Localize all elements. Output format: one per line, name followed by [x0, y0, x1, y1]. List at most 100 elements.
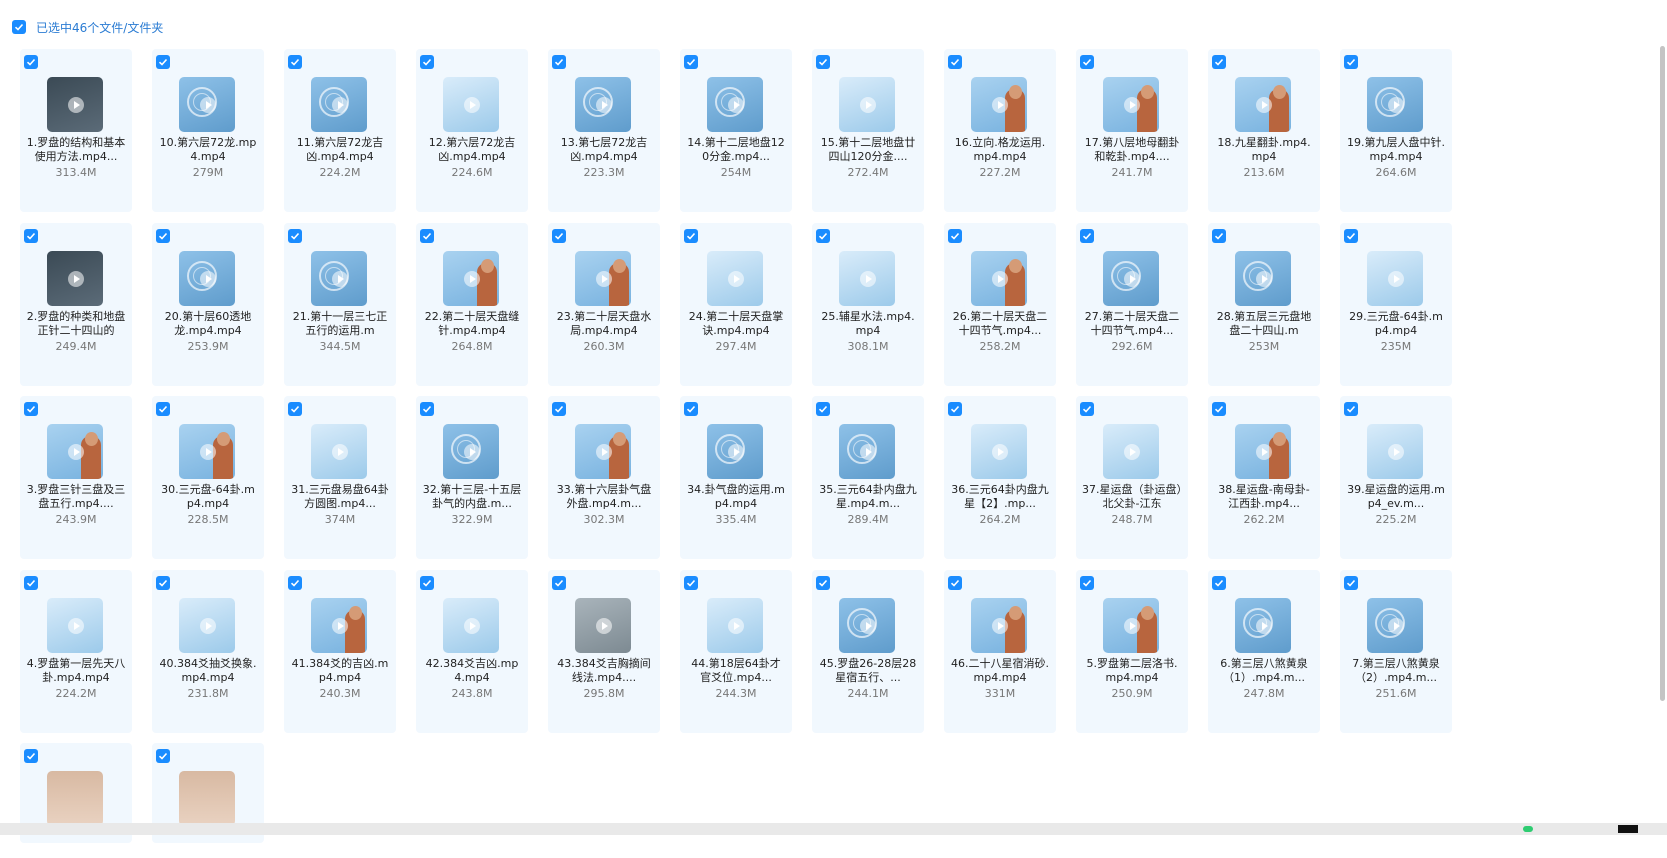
video-thumbnail[interactable] — [971, 597, 1027, 653]
file-card[interactable]: 42.384爻吉凶.mp4.mp4 243.8M — [416, 569, 528, 733]
video-thumbnail[interactable] — [839, 77, 895, 132]
file-checkbox[interactable] — [816, 402, 830, 416]
file-card[interactable]: 26.第二十层天盘二十四节气.mp4... 258.2M — [944, 222, 1056, 386]
file-card[interactable]: 7.第三层八煞黄泉（2）.mp4.m... 251.6M — [1340, 569, 1452, 733]
file-card[interactable]: 10.第六层72龙.mp4.mp4 279M — [152, 49, 264, 212]
vertical-scrollbar[interactable] — [1660, 46, 1665, 701]
file-checkbox[interactable] — [684, 228, 698, 243]
file-card[interactable]: 46.二十八星宿消砂.mp4.mp4 331M — [944, 569, 1056, 733]
file-checkbox[interactable] — [288, 55, 302, 69]
video-thumbnail[interactable] — [971, 250, 1027, 306]
video-thumbnail[interactable] — [47, 250, 103, 306]
video-thumbnail[interactable] — [707, 250, 763, 306]
file-checkbox[interactable] — [156, 749, 170, 763]
video-thumbnail[interactable] — [1235, 424, 1291, 479]
file-card[interactable]: 44.第18层64卦才官爻位.mp4... 244.3M — [680, 569, 792, 733]
file-card[interactable]: 39.星运盘的运用.mp4_ev.m... 225.2M — [1340, 396, 1452, 559]
video-thumbnail[interactable] — [707, 597, 763, 653]
video-thumbnail[interactable] — [971, 77, 1027, 132]
file-checkbox[interactable] — [552, 575, 566, 590]
file-checkbox[interactable] — [684, 55, 698, 69]
video-thumbnail[interactable] — [839, 597, 895, 653]
file-checkbox[interactable] — [288, 228, 302, 243]
file-checkbox[interactable] — [552, 402, 566, 416]
video-thumbnail[interactable] — [443, 424, 499, 479]
file-checkbox[interactable] — [420, 402, 434, 416]
video-thumbnail[interactable] — [47, 771, 103, 826]
video-thumbnail[interactable] — [707, 77, 763, 132]
video-thumbnail[interactable] — [47, 424, 103, 479]
file-card[interactable]: 31.三元盘易盘64卦方圆图.mp4... 374M — [284, 396, 396, 559]
video-thumbnail[interactable] — [1367, 424, 1423, 479]
video-thumbnail[interactable] — [575, 597, 631, 653]
video-thumbnail[interactable] — [575, 77, 631, 132]
file-checkbox[interactable] — [24, 228, 38, 243]
video-thumbnail[interactable] — [1367, 597, 1423, 653]
file-card[interactable]: 32.第十三层-十五层卦气的内盘.m... 322.9M — [416, 396, 528, 559]
file-checkbox[interactable] — [948, 228, 962, 243]
file-card[interactable]: 4.罗盘第一层先天八卦.mp4.mp4 224.2M — [20, 569, 132, 733]
video-thumbnail[interactable] — [575, 250, 631, 306]
file-card[interactable]: 11.第六层72龙吉凶.mp4.mp4 224.2M — [284, 49, 396, 212]
video-thumbnail[interactable] — [443, 250, 499, 306]
file-card[interactable]: 14.第十二层地盘120分金.mp4... 254M — [680, 49, 792, 212]
video-thumbnail[interactable] — [839, 250, 895, 306]
video-thumbnail[interactable] — [179, 597, 235, 653]
file-card[interactable]: 17.第八层地母翻卦和乾卦.mp4.... 241.7M — [1076, 49, 1188, 212]
video-thumbnail[interactable] — [47, 77, 103, 132]
video-thumbnail[interactable] — [1235, 597, 1291, 653]
file-card[interactable]: 5.罗盘第二层洛书.mp4.mp4 250.9M — [1076, 569, 1188, 733]
file-checkbox[interactable] — [288, 575, 302, 590]
video-thumbnail[interactable] — [311, 597, 367, 653]
video-thumbnail[interactable] — [1367, 77, 1423, 132]
video-thumbnail[interactable] — [311, 77, 367, 132]
file-checkbox[interactable] — [1080, 55, 1094, 69]
file-checkbox[interactable] — [1344, 228, 1358, 243]
file-checkbox[interactable] — [24, 402, 38, 416]
file-checkbox[interactable] — [948, 575, 962, 590]
file-checkbox[interactable] — [156, 228, 170, 243]
file-card[interactable]: 20.第十层60透地龙.mp4.mp4 253.9M — [152, 222, 264, 386]
file-card[interactable]: 40.384爻抽爻换象.mp4.mp4 231.8M — [152, 569, 264, 733]
video-thumbnail[interactable] — [179, 250, 235, 306]
file-checkbox[interactable] — [552, 228, 566, 243]
file-card[interactable]: 33.第十六层卦气盘外盘.mp4.m... 302.3M — [548, 396, 660, 559]
file-checkbox[interactable] — [24, 749, 38, 763]
file-checkbox[interactable] — [1080, 402, 1094, 416]
file-card[interactable]: 37.星运盘（卦运盘）北父卦-江东 248.7M — [1076, 396, 1188, 559]
video-thumbnail[interactable] — [311, 424, 367, 479]
file-checkbox[interactable] — [1212, 402, 1226, 416]
select-all-checkbox[interactable] — [12, 20, 26, 34]
file-card[interactable]: 38.星运盘-南母卦-江西卦.mp4... 262.2M — [1208, 396, 1320, 559]
video-thumbnail[interactable] — [1235, 250, 1291, 306]
video-thumbnail[interactable] — [575, 424, 631, 479]
file-card[interactable]: 27.第二十层天盘二十四节气.mp4... 292.6M — [1076, 222, 1188, 386]
file-checkbox[interactable] — [420, 55, 434, 69]
file-checkbox[interactable] — [816, 55, 830, 69]
file-checkbox[interactable] — [948, 55, 962, 69]
video-thumbnail[interactable] — [179, 424, 235, 479]
file-card[interactable]: 24.第二十层天盘掌诀.mp4.mp4 297.4M — [680, 222, 792, 386]
file-checkbox[interactable] — [420, 228, 434, 243]
file-card[interactable]: 13.第七层72龙吉凶.mp4.mp4 223.3M — [548, 49, 660, 212]
video-thumbnail[interactable] — [1103, 77, 1159, 132]
file-checkbox[interactable] — [420, 575, 434, 590]
file-card[interactable]: 36.三元64卦内盘九星【2】.mp... 264.2M — [944, 396, 1056, 559]
file-card[interactable]: 25.辅星水法.mp4.mp4 308.1M — [812, 222, 924, 386]
file-card[interactable]: 1.罗盘的结构和基本使用方法.mp4... 313.4M — [20, 49, 132, 212]
file-card[interactable]: 12.第六层72龙吉凶.mp4.mp4 224.6M — [416, 49, 528, 212]
video-thumbnail[interactable] — [707, 424, 763, 479]
file-checkbox[interactable] — [156, 402, 170, 416]
file-checkbox[interactable] — [1212, 575, 1226, 590]
video-thumbnail[interactable] — [47, 597, 103, 653]
file-checkbox[interactable] — [1080, 228, 1094, 243]
file-checkbox[interactable] — [948, 402, 962, 416]
file-card[interactable]: 30.三元盘-64卦.mp4.mp4 228.5M — [152, 396, 264, 559]
video-thumbnail[interactable] — [1103, 424, 1159, 479]
video-thumbnail[interactable] — [971, 424, 1027, 479]
file-card[interactable]: 23.第二十层天盘水局.mp4.mp4 260.3M — [548, 222, 660, 386]
file-card[interactable]: 22.第二十层天盘缝针.mp4.mp4 264.8M — [416, 222, 528, 386]
file-card[interactable]: 15.第十二层地盘廿四山120分金.... 272.4M — [812, 49, 924, 212]
file-card[interactable]: 2.罗盘的种类和地盘正针二十四山的 249.4M — [20, 222, 132, 386]
video-thumbnail[interactable] — [179, 771, 235, 826]
